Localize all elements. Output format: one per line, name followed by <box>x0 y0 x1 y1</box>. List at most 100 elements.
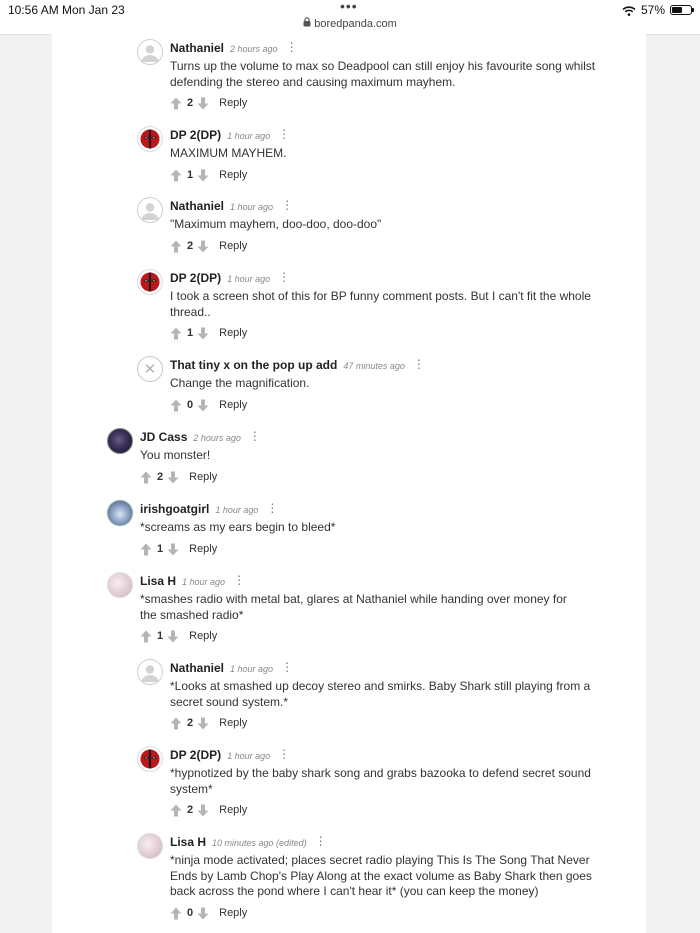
downvote-icon[interactable] <box>197 97 209 110</box>
downvote-icon[interactable] <box>197 804 209 817</box>
comment-body: Nathaniel 1 hour ago ⋮ *Looks at smashed u… <box>170 659 590 710</box>
avatar[interactable] <box>107 428 133 454</box>
comment-time: 2 hours ago <box>193 433 241 443</box>
comment-author[interactable]: Lisa H <box>140 574 176 588</box>
comment-author[interactable]: That tiny x on the pop up add <box>170 358 337 372</box>
vote-count: 1 <box>187 327 194 339</box>
comment-body: irishgoatgirl 1 hour ago ⋮ *screams as my … <box>140 500 560 536</box>
avatar[interactable] <box>137 126 163 152</box>
avatar[interactable] <box>107 572 133 598</box>
avatar[interactable] <box>137 746 163 772</box>
more-options-icon[interactable]: ⋮ <box>281 659 293 675</box>
reply-button[interactable]: Reply <box>219 327 247 339</box>
comment-actions: 2 Reply <box>140 469 217 485</box>
comment-author[interactable]: DP 2(DP) <box>170 128 221 142</box>
comment-body: DP 2(DP) 1 hour ago ⋮ MAXIMUM MAYHEM. <box>170 126 590 162</box>
comment-author[interactable]: Nathaniel <box>170 41 224 55</box>
more-options-icon[interactable]: ⋮ <box>266 500 278 516</box>
comment-time: 1 hour ago <box>182 577 226 587</box>
comment-author[interactable]: Nathaniel <box>170 199 224 213</box>
comment-text: MAXIMUM MAYHEM. <box>170 146 287 160</box>
avatar[interactable]: ✕ <box>137 356 163 382</box>
comment-body: Lisa H 1 hour ago ⋮ *smashes radio with me… <box>140 572 567 623</box>
reply-button[interactable]: Reply <box>189 630 217 642</box>
more-dots-icon[interactable]: ••• <box>340 0 358 14</box>
comment-text: Change the magnification. <box>170 376 310 390</box>
battery-fill <box>672 7 682 13</box>
comment-actions: 0 Reply <box>170 905 247 921</box>
reply-button[interactable]: Reply <box>219 240 247 252</box>
upvote-icon[interactable] <box>170 327 182 340</box>
downvote-icon[interactable] <box>197 717 209 730</box>
vote-count: 0 <box>187 399 194 411</box>
comment-text: Turns up the volume to max so Deadpool c… <box>170 59 596 89</box>
comment-actions: 2 Reply <box>170 802 247 818</box>
upvote-icon[interactable] <box>170 169 182 182</box>
reply-button[interactable]: Reply <box>219 97 247 109</box>
reply-button[interactable]: Reply <box>189 471 217 483</box>
comment-author[interactable]: Lisa H <box>170 835 206 849</box>
comment-text: I took a screen shot of this for BP funn… <box>170 289 591 319</box>
downvote-icon[interactable] <box>197 399 209 412</box>
comment-text: *screams as my ears begin to bleed* <box>140 520 336 534</box>
more-options-icon[interactable]: ⋮ <box>413 356 425 372</box>
vote-count: 2 <box>187 717 194 729</box>
upvote-icon[interactable] <box>140 471 152 484</box>
more-options-icon[interactable]: ⋮ <box>315 833 327 849</box>
reply-button[interactable]: Reply <box>219 399 247 411</box>
comment-time: 1 hour ago <box>215 505 259 515</box>
avatar[interactable] <box>137 659 163 685</box>
status-time: 10:56 AM <box>8 3 59 17</box>
avatar[interactable] <box>137 197 163 223</box>
comment-body: Lisa H 10 minutes ago (edited) ⋮ *ninja mo… <box>170 833 592 900</box>
lock-icon <box>303 17 311 30</box>
more-options-icon[interactable]: ⋮ <box>278 126 290 142</box>
upvote-icon[interactable] <box>170 717 182 730</box>
battery-percent: 57% <box>640 3 665 17</box>
reply-button[interactable]: Reply <box>219 907 247 919</box>
upvote-icon[interactable] <box>170 907 182 920</box>
reply-button[interactable]: Reply <box>189 543 217 555</box>
more-options-icon[interactable]: ⋮ <box>233 572 245 588</box>
downvote-icon[interactable] <box>197 169 209 182</box>
address-bar[interactable]: boredpanda.com <box>0 17 700 30</box>
avatar[interactable] <box>137 269 163 295</box>
more-options-icon[interactable]: ⋮ <box>278 269 290 285</box>
comment-author[interactable]: DP 2(DP) <box>170 271 221 285</box>
comment-author[interactable]: irishgoatgirl <box>140 502 209 516</box>
upvote-icon[interactable] <box>170 804 182 817</box>
vote-count: 2 <box>157 471 164 483</box>
comment-actions: 1 Reply <box>140 628 217 644</box>
downvote-icon[interactable] <box>167 471 179 484</box>
avatar[interactable] <box>137 833 163 859</box>
downvote-icon[interactable] <box>197 327 209 340</box>
downvote-icon[interactable] <box>197 907 209 920</box>
comment-body: JD Cass 2 hours ago ⋮ You monster! <box>140 428 560 464</box>
upvote-icon[interactable] <box>170 240 182 253</box>
downvote-icon[interactable] <box>167 630 179 643</box>
upvote-icon[interactable] <box>170 399 182 412</box>
reply-button[interactable]: Reply <box>219 717 247 729</box>
reply-button[interactable]: Reply <box>219 169 247 181</box>
downvote-icon[interactable] <box>197 240 209 253</box>
more-options-icon[interactable]: ⋮ <box>278 746 290 762</box>
comment-actions: 2 Reply <box>170 238 247 254</box>
vote-count: 2 <box>187 97 194 109</box>
more-options-icon[interactable]: ⋮ <box>281 197 293 213</box>
vote-count: 2 <box>187 240 194 252</box>
comment-author[interactable]: JD Cass <box>140 430 187 444</box>
comment-author[interactable]: Nathaniel <box>170 661 224 675</box>
vote-count: 0 <box>187 907 194 919</box>
upvote-icon[interactable] <box>140 543 152 556</box>
comment-author[interactable]: DP 2(DP) <box>170 748 221 762</box>
avatar[interactable] <box>137 39 163 65</box>
downvote-icon[interactable] <box>167 543 179 556</box>
battery-icon <box>670 5 694 15</box>
reply-button[interactable]: Reply <box>219 804 247 816</box>
upvote-icon[interactable] <box>170 97 182 110</box>
avatar[interactable] <box>107 500 133 526</box>
upvote-icon[interactable] <box>140 630 152 643</box>
more-options-icon[interactable]: ⋮ <box>286 39 298 55</box>
more-options-icon[interactable]: ⋮ <box>249 428 261 444</box>
comment-actions: 1 Reply <box>140 541 217 557</box>
